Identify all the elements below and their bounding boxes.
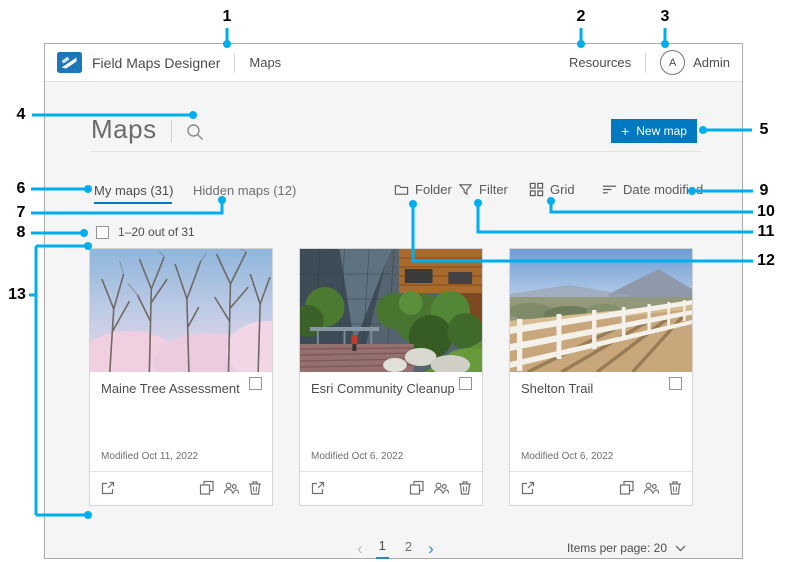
share-group-icon[interactable]: [433, 480, 449, 496]
screenshot: Field Maps Designer Maps Resources A Adm…: [0, 0, 804, 562]
selection-label: 1–20 out of 31: [118, 225, 195, 239]
folder-button[interactable]: Folder: [394, 182, 452, 197]
card-divider: [510, 471, 692, 472]
card-thumbnail-campus-building[interactable]: [300, 249, 482, 372]
folder-icon: [394, 182, 409, 197]
callout-number-1: 1: [223, 8, 232, 26]
tab-my-maps[interactable]: My maps (31): [94, 183, 173, 198]
card-divider: [300, 471, 482, 472]
header-right: Resources A Admin: [569, 50, 742, 75]
sort-icon: [602, 182, 617, 197]
callout-number-8: 8: [17, 224, 26, 242]
new-map-button[interactable]: + New map: [611, 119, 697, 143]
header-separator: [234, 53, 235, 73]
map-card: Maine Tree Assessment Modified Oct 11, 2…: [89, 248, 273, 506]
open-map-icon[interactable]: [100, 480, 116, 496]
map-card: Esri Community Cleanup Modified Oct 6, 2…: [299, 248, 483, 506]
card-select-checkbox[interactable]: [249, 377, 262, 390]
filter-label: Filter: [479, 182, 508, 197]
map-card-list: Maine Tree Assessment Modified Oct 11, 2…: [89, 248, 693, 506]
user-name[interactable]: Admin: [693, 55, 730, 70]
callout-number-3: 3: [661, 8, 670, 26]
items-per-page-control[interactable]: Items per page: 20: [567, 541, 686, 555]
delete-icon[interactable]: [667, 480, 683, 496]
duplicate-icon[interactable]: [199, 480, 215, 496]
new-map-label: New map: [636, 124, 687, 138]
card-title[interactable]: Maine Tree Assessment: [101, 381, 240, 396]
delete-icon[interactable]: [457, 480, 473, 496]
items-per-page-label: Items per page: 20: [567, 541, 667, 555]
app-window: Field Maps Designer Maps Resources A Adm…: [44, 43, 743, 559]
grid-label: Grid: [550, 182, 575, 197]
share-group-icon[interactable]: [643, 480, 659, 496]
share-group-icon[interactable]: [223, 480, 239, 496]
callout-number-7: 7: [17, 204, 26, 222]
page-title: Maps: [91, 115, 157, 143]
nav-maps[interactable]: Maps: [249, 55, 281, 70]
pagination: ‹ 1 2 ›: [357, 538, 434, 559]
duplicate-icon[interactable]: [619, 480, 635, 496]
app-title: Field Maps Designer: [92, 55, 220, 71]
search-icon[interactable]: [185, 122, 205, 142]
open-map-icon[interactable]: [520, 480, 536, 496]
callout-number-13: 13: [8, 286, 26, 304]
card-modified-date: Modified Oct 6, 2022: [311, 451, 403, 462]
grid-view-button[interactable]: Grid: [529, 182, 575, 197]
card-select-checkbox[interactable]: [669, 377, 682, 390]
callout-number-11: 11: [758, 223, 775, 241]
callout-number-4: 4: [17, 106, 26, 124]
card-modified-date: Modified Oct 6, 2022: [521, 451, 613, 462]
app-header: Field Maps Designer Maps Resources A Adm…: [45, 44, 742, 82]
page-2-button[interactable]: 2: [402, 539, 415, 558]
title-separator: [171, 120, 172, 142]
card-thumbnail-winter-trees[interactable]: [90, 249, 272, 372]
callout-number-12: 12: [757, 252, 775, 270]
field-maps-logo-icon: [57, 52, 82, 73]
grid-icon: [529, 182, 544, 197]
callout-number-9: 9: [760, 182, 769, 200]
card-actions: [199, 480, 263, 496]
card-actions: [619, 480, 683, 496]
tab-hidden-maps[interactable]: Hidden maps (12): [193, 183, 296, 198]
callout-number-6: 6: [17, 180, 26, 198]
chevron-down-icon: [675, 545, 686, 552]
map-card: Shelton Trail Modified Oct 6, 2022: [509, 248, 693, 506]
card-modified-date: Modified Oct 11, 2022: [101, 451, 198, 462]
title-rule: [91, 151, 701, 152]
previous-page-icon[interactable]: ‹: [357, 542, 363, 556]
filter-icon: [458, 182, 473, 197]
open-map-icon[interactable]: [310, 480, 326, 496]
card-title[interactable]: Shelton Trail: [521, 381, 593, 396]
plus-icon: +: [621, 123, 629, 139]
card-select-checkbox[interactable]: [459, 377, 472, 390]
delete-icon[interactable]: [247, 480, 263, 496]
tab-active-underline: [94, 202, 172, 204]
sort-button[interactable]: Date modified: [602, 182, 703, 197]
duplicate-icon[interactable]: [409, 480, 425, 496]
callout-number-5: 5: [760, 121, 769, 139]
callout-number-10: 10: [757, 203, 775, 221]
page-1-button[interactable]: 1: [376, 538, 389, 559]
card-divider: [90, 471, 272, 472]
avatar[interactable]: A: [660, 50, 685, 75]
folder-label: Folder: [415, 182, 452, 197]
selection-row: 1–20 out of 31: [96, 225, 195, 239]
filter-button[interactable]: Filter: [458, 182, 508, 197]
header-separator-2: [645, 53, 646, 73]
card-thumbnail-trail-fence[interactable]: [510, 249, 692, 372]
select-all-checkbox[interactable]: [96, 226, 109, 239]
card-actions: [409, 480, 473, 496]
card-title[interactable]: Esri Community Cleanup: [311, 381, 455, 396]
nav-resources[interactable]: Resources: [569, 55, 631, 70]
callout-number-2: 2: [577, 8, 586, 26]
next-page-icon[interactable]: ›: [428, 542, 434, 556]
sort-label: Date modified: [623, 182, 703, 197]
